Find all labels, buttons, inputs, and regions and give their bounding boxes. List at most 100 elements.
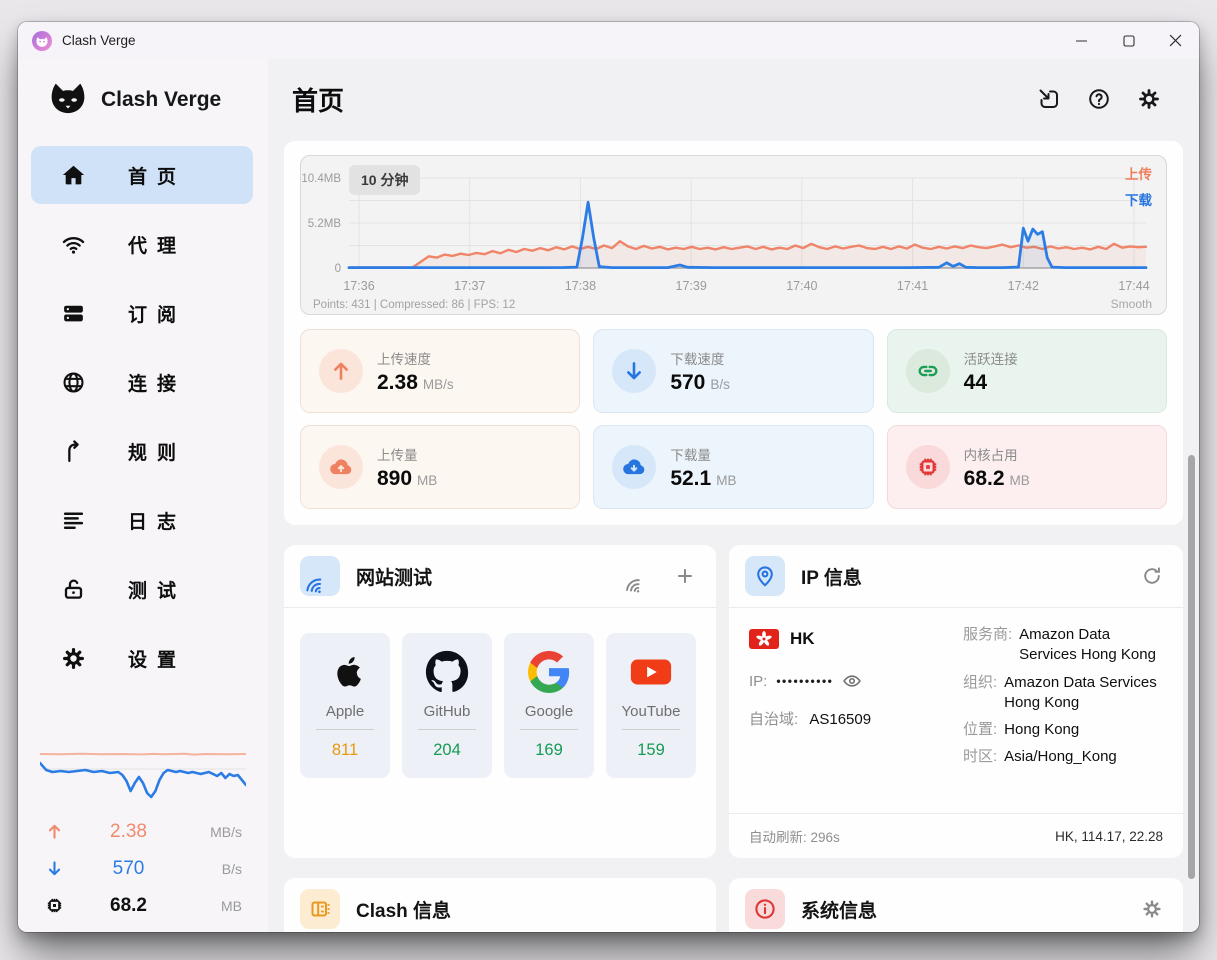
- maximize-button[interactable]: [1105, 22, 1152, 59]
- site-tile-apple[interactable]: Apple 811: [300, 633, 390, 778]
- geo-coordinates: HK, 114.17, 22.28: [1055, 829, 1163, 844]
- divider: [316, 729, 374, 730]
- sidebar-item-connections[interactable]: 连接: [31, 353, 253, 411]
- sidebar-item-label: 规则: [128, 438, 186, 465]
- main-header: 首页: [268, 59, 1199, 139]
- field-value: Hong Kong: [1004, 720, 1079, 740]
- field-value: Asia/Hong_Kong: [1004, 747, 1117, 767]
- time-range-chip[interactable]: 10 分钟: [349, 165, 420, 195]
- location-pin-icon: [745, 556, 785, 596]
- hk-flag-icon: [749, 629, 779, 649]
- sidebar-download-unit: B/s: [192, 861, 242, 877]
- stat-label: 内核占用: [964, 444, 1030, 464]
- home-icon: [61, 163, 86, 188]
- website-test-header: 网站测试: [284, 545, 716, 607]
- sidebar-item-home[interactable]: 首页: [31, 146, 253, 204]
- sidebar-item-logs[interactable]: 日志: [31, 491, 253, 549]
- chart-stats-text: Points: 431 | Compressed: 86 | FPS: 12: [313, 299, 515, 311]
- masked-ip: ••••••••••: [776, 674, 833, 688]
- ip-field-row: 组织: Amazon Data Services Hong Kong: [963, 673, 1163, 714]
- sidebar-upload-value: 2.38: [65, 821, 192, 843]
- arrow-up-icon: [44, 821, 65, 842]
- sidebar-nav: 首页 代理 订阅: [18, 146, 268, 687]
- speedtest-icon: [300, 556, 340, 596]
- stat-value: 2.38MB/s: [377, 371, 454, 395]
- website-test-card: 网站测试: [284, 545, 716, 858]
- site-latency: 169: [504, 741, 594, 760]
- sidebar-memory-unit: MB: [192, 898, 242, 914]
- legend-download[interactable]: 下载: [1125, 188, 1152, 214]
- site-tile-google[interactable]: Google 169: [504, 633, 594, 778]
- logs-icon: [61, 508, 86, 533]
- sidebar-item-label: 设置: [128, 645, 186, 672]
- stat-value: 44: [964, 371, 1018, 395]
- svg-text:17:39: 17:39: [676, 279, 707, 293]
- sidebar-item-label: 测试: [128, 576, 186, 603]
- header-actions: [1037, 87, 1161, 111]
- gear-icon: [61, 646, 86, 671]
- stat-value: 52.1MB: [670, 467, 736, 491]
- sidebar-item-label: 代理: [128, 231, 186, 258]
- site-tile-github[interactable]: GitHub 204: [402, 633, 492, 778]
- website-test-title: 网站测试: [356, 563, 432, 590]
- titlebar-title: Clash Verge: [62, 33, 136, 48]
- stat-download-speed: 下载速度 570B/s: [593, 329, 873, 413]
- test-all-wifi-icon[interactable]: [619, 571, 650, 602]
- traffic-chart-card[interactable]: 17:3617:3717:3817:3917:4017:4117:4217:44…: [300, 155, 1167, 315]
- github-logo-icon: [402, 648, 492, 696]
- stat-label: 上传速度: [377, 348, 454, 368]
- sidebar-item-test[interactable]: 测试: [31, 560, 253, 618]
- refresh-icon[interactable]: [1141, 565, 1163, 587]
- site-tile-youtube[interactable]: YouTube 159: [606, 633, 696, 778]
- system-info-card: 系统信息: [729, 878, 1183, 932]
- site-tiles: Apple 811 GitHub 204: [284, 608, 716, 778]
- stat-label: 下载速度: [670, 348, 730, 368]
- sidebar-traffic-summary: 2.38 MB/s 570 B/s 68.2 MB: [18, 747, 268, 924]
- stat-upload-total: 上传量 890MB: [300, 425, 580, 509]
- field-label: 组织:: [963, 673, 997, 714]
- page-title: 首页: [292, 81, 344, 118]
- system-settings-gear-icon[interactable]: [1141, 898, 1163, 920]
- scrollbar-thumb[interactable]: [1188, 455, 1195, 879]
- stat-label: 下载量: [670, 444, 736, 464]
- titlebar[interactable]: Clash Verge: [18, 22, 1199, 59]
- ip-info-header: IP 信息: [729, 545, 1183, 607]
- stat-value: 570B/s: [670, 371, 730, 395]
- svg-text:17:37: 17:37: [454, 279, 485, 293]
- add-site-icon[interactable]: [674, 565, 696, 587]
- stat-upload-speed: 上传速度 2.38MB/s: [300, 329, 580, 413]
- import-panel-icon[interactable]: [1037, 87, 1061, 111]
- stat-label: 上传量: [377, 444, 437, 464]
- sidebar-item-profiles[interactable]: 订阅: [31, 284, 253, 342]
- sidebar-item-rules[interactable]: 规则: [31, 422, 253, 480]
- settings-gear-icon[interactable]: [1137, 87, 1161, 111]
- sidebar-item-label: 订阅: [128, 300, 186, 327]
- svg-text:17:40: 17:40: [786, 279, 817, 293]
- branch-icon: [61, 439, 86, 464]
- close-button[interactable]: [1152, 22, 1199, 59]
- ip-info-title: IP 信息: [801, 563, 862, 590]
- svg-text:0: 0: [335, 263, 341, 275]
- ip-info-body: HK IP: •••••••••• 自: [729, 608, 1183, 775]
- sidebar-item-settings[interactable]: 设置: [31, 629, 253, 687]
- cpu-chip-icon: [906, 445, 950, 489]
- scrollbar[interactable]: [1187, 139, 1195, 926]
- sidebar-download-value: 570: [65, 858, 192, 880]
- clash-info-card: Clash 信息: [284, 878, 716, 932]
- clash-info-header: Clash 信息: [284, 878, 716, 932]
- sidebar-memory-row: 68.2 MB: [38, 887, 248, 924]
- eye-icon[interactable]: [842, 671, 862, 691]
- chart-smooth-label[interactable]: Smooth: [1111, 297, 1152, 311]
- stat-core-memory: 内核占用 68.2MB: [887, 425, 1167, 509]
- minimize-button[interactable]: [1058, 22, 1105, 59]
- content-scroll-area[interactable]: 17:3617:3717:3817:3917:4017:4117:4217:44…: [268, 139, 1199, 932]
- brand-name: Clash Verge: [101, 88, 221, 112]
- legend-upload[interactable]: 上传: [1125, 162, 1152, 188]
- country-code: HK: [790, 629, 815, 649]
- site-name: GitHub: [402, 703, 492, 720]
- traffic-chart: 17:3617:3717:3817:3917:4017:4117:4217:44…: [301, 156, 1166, 314]
- help-icon[interactable]: [1087, 87, 1111, 111]
- sidebar-item-proxies[interactable]: 代理: [31, 215, 253, 273]
- clash-core-icon: [300, 889, 340, 929]
- field-value: Amazon Data Services Hong Kong: [1004, 673, 1163, 714]
